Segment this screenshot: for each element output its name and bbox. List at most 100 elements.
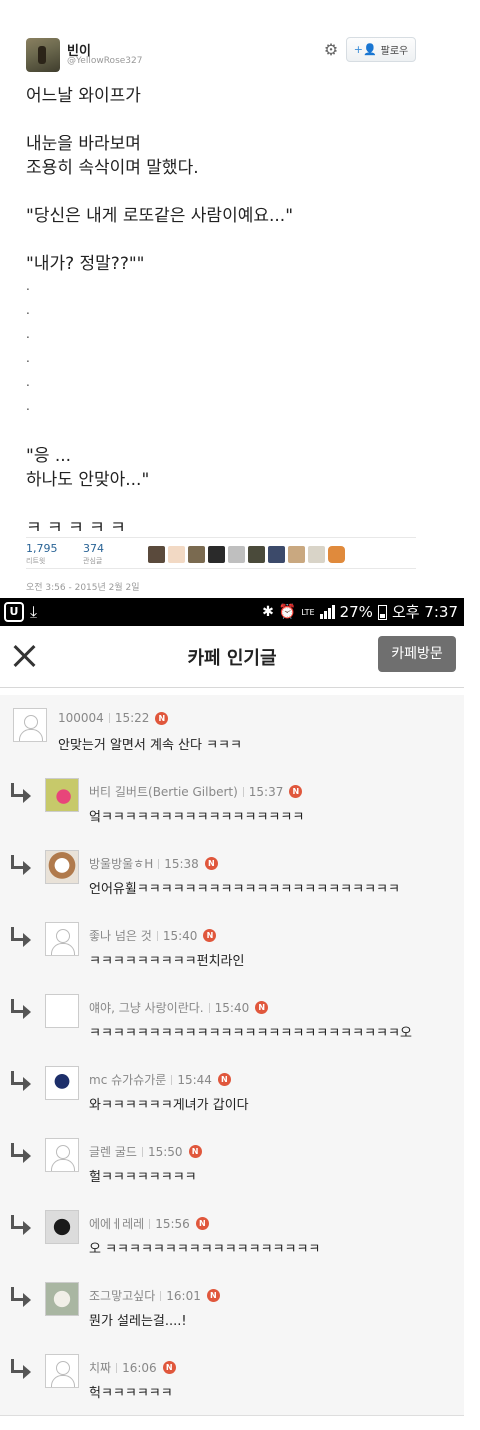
comment-time: 15:38 <box>164 856 199 871</box>
new-badge: N <box>206 1289 220 1302</box>
meta-divider <box>116 1362 118 1373</box>
comment-row[interactable]: 얘야, 그냥 사랑이란다. 15:40 N ㅋㅋㅋㅋㅋㅋㅋㅋㅋㅋㅋㅋㅋㅋㅋㅋㅋㅋㅋㅋㅋ… <box>0 983 464 1056</box>
favorite-count: 374 <box>83 542 104 555</box>
app-notification-icon: U <box>4 602 24 622</box>
comment-user[interactable]: 조그맣고싶다 <box>89 1287 155 1304</box>
reply-arrow-icon <box>8 1359 34 1381</box>
comment-meta: 에에ㅔ레레 15:56 N <box>89 1215 209 1232</box>
favorited-user-avatar[interactable] <box>288 546 305 563</box>
tweet-line: . <box>26 279 30 293</box>
meta-divider <box>208 1002 210 1013</box>
network-type: LTE <box>301 607 315 617</box>
comment-time: 16:06 <box>122 1360 157 1375</box>
comment-meta: 치짜 16:06 N <box>89 1359 176 1376</box>
reply-arrow-icon <box>8 783 34 805</box>
tweet-line: . <box>26 399 30 413</box>
comment-row[interactable]: 에에ㅔ레레 15:56 N 오 ㅋㅋㅋㅋㅋㅋㅋㅋㅋㅋㅋㅋㅋㅋㅋㅋㅋㅋ <box>0 1199 464 1272</box>
reply-arrow-icon <box>8 999 34 1021</box>
comment-user[interactable]: 버티 길버트(Bertie Gilbert) <box>89 783 238 800</box>
avatar[interactable] <box>45 778 79 812</box>
favorited-user-avatar[interactable] <box>248 546 265 563</box>
comment-meta: 좋나 넘은 것 15:40 N <box>89 927 217 944</box>
comment-meta: 조그맣고싶다 16:01 N <box>89 1287 220 1304</box>
comment-text: ㅋㅋㅋㅋㅋㅋㅋㅋㅋ펀치라인 <box>89 954 245 969</box>
meta-divider <box>156 930 158 941</box>
new-badge: N <box>162 1361 176 1374</box>
reply-arrow-icon <box>8 1071 34 1093</box>
comment-meta: 글렌 굴드 15:50 N <box>89 1143 202 1160</box>
comment-row[interactable]: mc 슈가슈가룬 15:44 N 와ㅋㅋㅋㅋㅋㅋ게녀가 갑이다 <box>0 1055 464 1128</box>
comment-meta: 얘야, 그냥 사랑이란다. 15:40 N <box>89 999 269 1016</box>
new-badge: N <box>203 929 217 942</box>
comment-user[interactable]: 에에ㅔ레레 <box>89 1215 144 1232</box>
comment-user[interactable]: mc 슈가슈가룬 <box>89 1071 166 1088</box>
android-status-bar: U ⤓ ✱ ⏰ LTE 27% 오후 7:37 <box>0 598 464 626</box>
comment-user[interactable]: 글렌 굴드 <box>89 1143 137 1160</box>
new-badge: N <box>217 1073 231 1086</box>
clock: 오후 7:37 <box>391 603 458 621</box>
tweet-line: "당신은 내게 로또같은 사람이예요..." <box>26 206 294 226</box>
meta-divider <box>141 1146 143 1157</box>
follow-button[interactable]: +👤 팔로우 <box>346 37 416 62</box>
favorited-user-avatar[interactable] <box>268 546 285 563</box>
tweet-avatar[interactable] <box>26 38 60 72</box>
comment-row[interactable]: 조그맣고싶다 16:01 N 뭔가 설레는걸....! <box>0 1271 464 1344</box>
comment-row[interactable]: 글렌 굴드 15:50 N 헐ㅋㅋㅋㅋㅋㅋㅋㅋ <box>0 1127 464 1200</box>
avatar[interactable] <box>45 994 79 1028</box>
favorited-user-avatar[interactable] <box>328 546 345 563</box>
avatar[interactable] <box>45 922 79 956</box>
comment-user[interactable]: 얘야, 그냥 사랑이란다. <box>89 999 204 1016</box>
comment-meta: mc 슈가슈가룬 15:44 N <box>89 1071 231 1088</box>
avatar[interactable] <box>45 850 79 884</box>
tweet-line: 조용히 속삭이며 말했다. <box>26 158 199 178</box>
retweet-stat[interactable]: 1,795 리트윗 <box>26 542 58 566</box>
favorited-user-avatar[interactable] <box>168 546 185 563</box>
avatar[interactable] <box>45 1066 79 1100</box>
comment-user[interactable]: 방울방울ㅎH <box>89 855 153 872</box>
tweet-body: 어느날 와이프가 내눈을 바라보며 조용히 속삭이며 말했다. "당신은 내게 로또같… <box>26 84 446 540</box>
tweet-user-handle[interactable]: @YellowRose327 <box>67 56 142 66</box>
comment-row[interactable]: 100004 15:22 N 안맞는거 알면서 계속 산다 ㅋㅋㅋ <box>0 695 464 768</box>
new-badge: N <box>195 1217 209 1230</box>
download-icon: ⤓ <box>30 602 38 621</box>
comment-user[interactable]: 100004 <box>58 711 104 725</box>
comment-row[interactable]: 치짜 16:06 N 헉ㅋㅋㅋㅋㅋㅋ <box>0 1343 464 1416</box>
favorited-user-avatar[interactable] <box>308 546 325 563</box>
avatar[interactable] <box>45 1210 79 1244</box>
comment-row[interactable]: 좋나 넘은 것 15:40 N ㅋㅋㅋㅋㅋㅋㅋㅋㅋ펀치라인 <box>0 911 464 984</box>
favorited-user-avatar[interactable] <box>208 546 225 563</box>
comment-row[interactable]: 버티 길버트(Bertie Gilbert) 15:37 N 엌ㅋㅋㅋㅋㅋㅋㅋㅋㅋㅋㅋ… <box>0 767 464 840</box>
comment-time: 15:56 <box>155 1216 190 1231</box>
gear-icon[interactable]: ⚙ <box>322 41 340 59</box>
reply-arrow-icon <box>8 1215 34 1237</box>
reply-arrow-icon <box>8 855 34 877</box>
comment-text: 헉ㅋㅋㅋㅋㅋㅋ <box>89 1386 173 1401</box>
favorited-user-avatar[interactable] <box>148 546 165 563</box>
avatar[interactable] <box>45 1354 79 1388</box>
favorited-user-avatar[interactable] <box>188 546 205 563</box>
signal-icon <box>319 605 335 619</box>
reply-arrow-icon <box>8 1287 34 1309</box>
tweet-line: "응 ... <box>26 446 72 466</box>
favorite-stat[interactable]: 374 관심글 <box>83 542 104 566</box>
comment-time: 15:50 <box>147 1144 183 1159</box>
avatar[interactable] <box>13 708 47 742</box>
comment-time: 15:22 <box>114 711 150 725</box>
comment-row[interactable]: 방울방울ㅎH 15:38 N 언어유휠ㅋㅋㅋㅋㅋㅋㅋㅋㅋㅋㅋㅋㅋㅋㅋㅋㅋㅋㅋㅋㅋㅋ <box>0 839 464 912</box>
favorite-label: 관심글 <box>83 557 103 565</box>
comment-time: 15:44 <box>177 1072 212 1087</box>
cafe-visit-button[interactable]: 카페방문 <box>378 636 456 672</box>
comment-user[interactable]: 치짜 <box>89 1359 111 1376</box>
avatar[interactable] <box>45 1138 79 1172</box>
favorited-user-avatar[interactable] <box>228 546 245 563</box>
bluetooth-icon: ✱ <box>262 604 274 620</box>
comment-user[interactable]: 좋나 넘은 것 <box>89 927 152 944</box>
avatar[interactable] <box>45 1282 79 1316</box>
reply-arrow-icon <box>8 927 34 949</box>
comment-time: 15:37 <box>248 784 284 799</box>
comment-text: ㅋㅋㅋㅋㅋㅋㅋㅋㅋㅋㅋㅋㅋㅋㅋㅋㅋㅋㅋㅋㅋㅋㅋㅋㅋㅋ오 <box>89 1026 412 1041</box>
tweet-line: . <box>26 327 30 341</box>
